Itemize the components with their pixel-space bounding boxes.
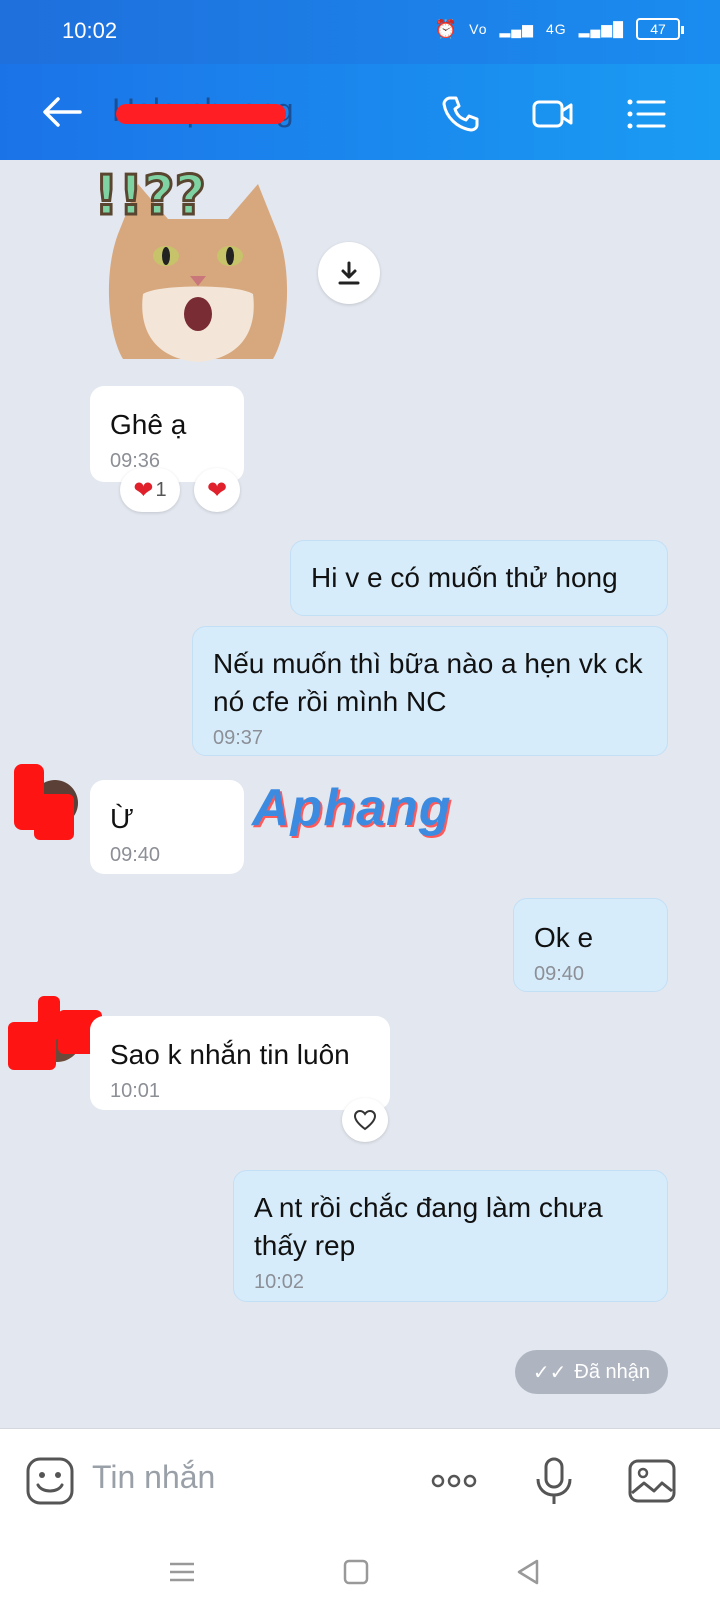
message-bubble-outgoing[interactable]: Nếu muốn thì bữa nào a hẹn vk ck nó cfe … [192,626,668,756]
message-text: Ok e [534,922,594,953]
download-icon [338,261,360,285]
battery-level: 47 [650,21,666,37]
menu-icon[interactable] [624,92,668,136]
message-time: 10:01 [110,1080,161,1102]
battery-icon: 47 [636,18,684,40]
download-button[interactable] [318,242,380,304]
sticker-caption: !!?? [94,164,206,227]
home-icon[interactable] [338,1554,374,1590]
phone-call-icon[interactable] [438,92,482,136]
message-bubble-incoming[interactable]: Ừ 09:40 [90,780,244,874]
message-bubble-outgoing[interactable]: Ok e 09:40 [513,898,668,992]
emoji-sticker-icon[interactable] [24,1455,76,1507]
volte-icon: Vo [469,21,488,37]
message-time: 09:37 [213,727,264,749]
message-time: 10:02 [254,1271,305,1293]
message-bubble-outgoing[interactable]: A nt rồi chắc đang làm chưa thấy rep 10:… [233,1170,668,1302]
alarm-icon: ⏰ [434,18,458,39]
avatar[interactable] [8,996,102,1072]
cat-sticker[interactable]: !!?? [88,164,308,384]
system-nav-bar [0,1532,720,1612]
watermark: Aphang [252,779,452,837]
heart-icon: ❤ [206,476,228,504]
back-arrow-icon[interactable] [40,92,84,132]
signal-icon-2: ▂▄▆█ [578,20,624,37]
delivery-status-text: Đã nhận [574,1360,650,1383]
signal-icon: ▂▄▆ [499,20,534,37]
microphone-icon[interactable] [528,1455,580,1507]
react-button[interactable] [342,1098,388,1142]
delivery-status-badge: ✓✓ Đã nhận [514,1350,668,1394]
avatar[interactable] [14,764,78,840]
message-text: Nếu muốn thì bữa nào a hẹn vk ck nó cfe … [213,648,643,717]
message-text: Sao k nhắn tin luôn [110,1039,350,1070]
message-time: 09:40 [534,963,585,985]
chat-header: Hele phuong [0,64,720,160]
message-bubble-outgoing[interactable]: Hi v e có muốn thử hong [290,540,668,616]
video-call-icon[interactable] [530,92,574,136]
message-input[interactable]: Tin nhắn [92,1459,215,1496]
reaction-count: 1 [155,478,167,501]
reaction-count-pill[interactable]: ❤ 1 [120,468,180,512]
network-type: 4G [545,21,567,37]
message-text: Hi v e có muốn thử hong [311,562,618,593]
recent-apps-icon[interactable] [164,1554,200,1590]
gallery-icon[interactable] [626,1455,678,1507]
message-text: Ghê ạ [110,409,187,440]
message-text: Ừ [110,803,134,834]
status-bar: 10:02 ⏰ Vo ▂▄▆ 4G ▂▄▆█ 47 [0,0,720,64]
back-icon[interactable] [510,1554,546,1590]
more-options-icon[interactable] [428,1455,480,1507]
name-redaction [116,104,286,124]
message-composer: Tin nhắn [0,1428,720,1532]
heart-outline-icon [353,1109,377,1131]
message-time: 09:40 [110,844,161,866]
message-bubble-incoming[interactable]: Sao k nhắn tin luôn 10:01 [90,1016,390,1110]
status-icons: ⏰ Vo ▂▄▆ 4G ▂▄▆█ 47 [434,18,684,40]
double-check-icon: ✓✓ [532,1361,567,1384]
message-text: A nt rồi chắc đang làm chưa thấy rep [254,1192,603,1261]
heart-reaction-icon: ❤ [133,476,154,504]
status-time: 10:02 [62,18,118,43]
react-button[interactable]: ❤ [194,468,240,512]
